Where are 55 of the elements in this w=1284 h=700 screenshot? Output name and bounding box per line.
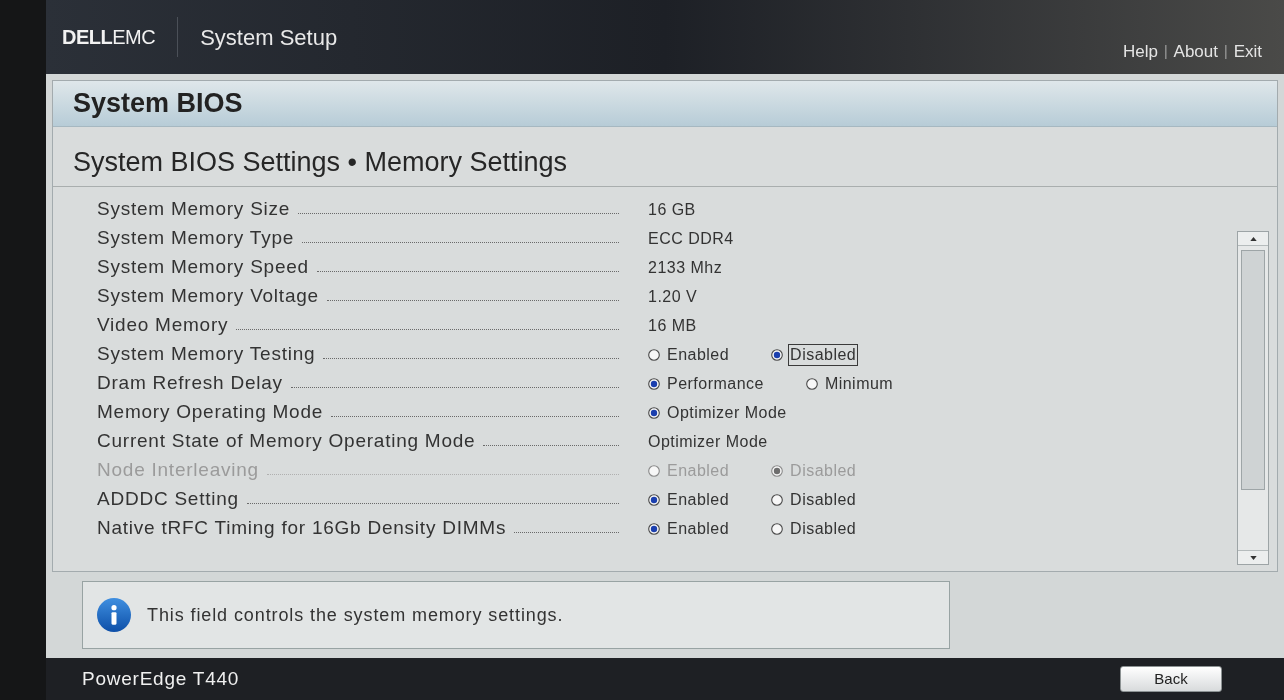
radio-option[interactable]: Disabled bbox=[788, 517, 859, 540]
scrollbar[interactable] bbox=[1237, 231, 1269, 565]
setting-label: System Memory Size bbox=[97, 197, 291, 222]
scroll-up-button[interactable] bbox=[1238, 232, 1268, 246]
scrollbar-thumb[interactable] bbox=[1241, 250, 1265, 490]
page-heading: System BIOS Settings • Memory Settings bbox=[73, 145, 568, 179]
setting-label: Video Memory bbox=[97, 313, 229, 338]
setting-label: Memory Operating Mode bbox=[97, 400, 324, 425]
radio-option[interactable]: Minimum bbox=[822, 372, 896, 395]
setting-value: 1.20 V bbox=[648, 286, 698, 307]
up-arrow-icon bbox=[1249, 236, 1257, 241]
setting-value: 2133 Mhz bbox=[648, 257, 723, 278]
app-title: System Setup bbox=[200, 23, 338, 52]
scroll-down-button[interactable] bbox=[1238, 550, 1268, 564]
radio-button[interactable] bbox=[648, 377, 660, 390]
info-icon bbox=[97, 598, 131, 632]
setting-label: Current State of Memory Operating Mode bbox=[97, 429, 476, 454]
header-link[interactable]: Help bbox=[1122, 38, 1158, 64]
setting-label: Native tRFC Timing for 16Gb Density DIMMs bbox=[97, 516, 507, 541]
link-separator: | bbox=[1163, 41, 1168, 61]
setting-value: 16 GB bbox=[648, 199, 696, 220]
setting-label: System Memory Voltage bbox=[97, 284, 319, 309]
radio-option[interactable]: Optimizer Mode bbox=[665, 401, 789, 424]
link-separator: | bbox=[1224, 41, 1228, 61]
radio-option[interactable]: Enabled bbox=[665, 517, 732, 540]
radio-button[interactable] bbox=[648, 522, 660, 535]
radio-button[interactable] bbox=[771, 348, 784, 361]
setting-label: ADDDC Setting bbox=[97, 487, 239, 512]
setting-label: System Memory Speed bbox=[97, 255, 309, 280]
header-link[interactable]: About bbox=[1173, 38, 1218, 64]
model-name: PowerEdge T440 bbox=[82, 666, 240, 691]
setting-label: System Memory Testing bbox=[97, 342, 316, 367]
radio-option[interactable]: Disabled bbox=[788, 343, 859, 366]
setting-value: ECC DDR4 bbox=[648, 228, 734, 249]
help-text: This field controls the system memory settings. bbox=[147, 603, 564, 627]
radio-button[interactable] bbox=[648, 493, 660, 506]
setting-label: Node Interleaving bbox=[97, 458, 259, 483]
setting-value: Optimizer Mode bbox=[648, 431, 768, 452]
setting-label: Dram Refresh Delay bbox=[97, 371, 283, 396]
radio-option[interactable]: Performance bbox=[665, 372, 766, 395]
radio-option[interactable]: Enabled bbox=[665, 343, 732, 366]
logo: DELLEMC bbox=[62, 25, 156, 50]
panel-title: System BIOS bbox=[73, 87, 243, 121]
back-button[interactable]: Back bbox=[1120, 666, 1222, 692]
radio-option[interactable]: Enabled bbox=[665, 488, 732, 511]
down-arrow-icon bbox=[1249, 555, 1257, 560]
radio-option[interactable]: Disabled bbox=[788, 488, 859, 511]
radio-button[interactable] bbox=[648, 348, 660, 361]
radio-button[interactable] bbox=[648, 406, 660, 419]
setting-value: 16 MB bbox=[648, 315, 697, 336]
radio-button[interactable] bbox=[805, 377, 818, 390]
setting-label: System Memory Type bbox=[97, 226, 295, 251]
radio-button[interactable] bbox=[771, 522, 784, 535]
header-link[interactable]: Exit bbox=[1233, 38, 1262, 64]
radio-button[interactable] bbox=[771, 493, 784, 506]
